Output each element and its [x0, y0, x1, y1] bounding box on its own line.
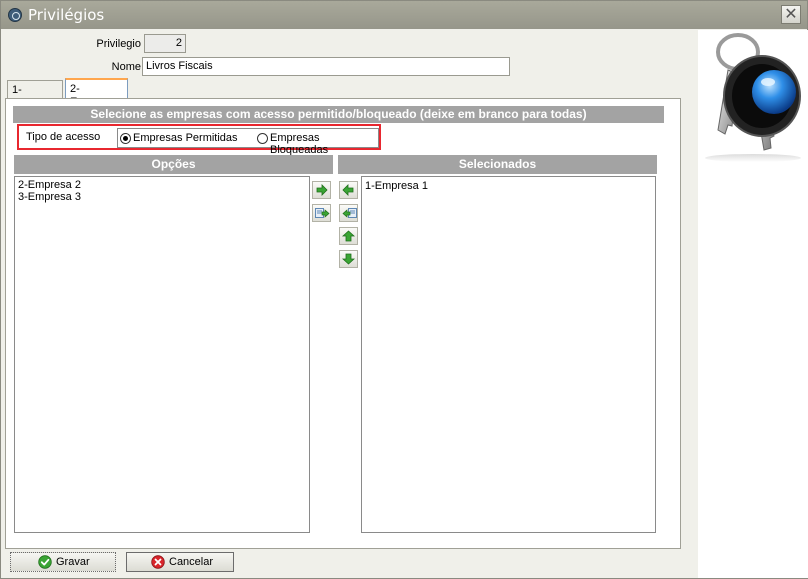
- tab-modulos[interactable]: 1-Módulos: [7, 80, 63, 109]
- arrow-left-icon: [342, 184, 354, 196]
- radio-empresas-bloqueadas-label[interactable]: Empresas Bloqueadas: [270, 132, 378, 156]
- nome-field[interactable]: Livros Fiscais: [142, 57, 510, 76]
- move-all-right-icon: [315, 208, 330, 218]
- selecionados-header: Selecionados: [338, 155, 657, 174]
- tipo-acesso-group: Tipo de acesso Empresas Permitidas Empre…: [17, 124, 381, 156]
- opcoes-list[interactable]: 2-Empresa 2 3-Empresa 3: [14, 176, 310, 533]
- close-icon: ✕: [784, 4, 798, 23]
- arrow-right-icon: [316, 184, 328, 196]
- list-item[interactable]: 2-Empresa 2: [18, 179, 306, 191]
- move-down-button[interactable]: [339, 250, 358, 268]
- radio-empresas-bloqueadas[interactable]: [257, 133, 268, 144]
- move-all-left-icon: [342, 208, 357, 218]
- close-button[interactable]: ✕: [781, 5, 801, 24]
- tipo-acesso-label: Tipo de acesso: [26, 131, 101, 143]
- gravar-button[interactable]: Gravar: [10, 552, 116, 572]
- list-item[interactable]: 3-Empresa 3: [18, 191, 306, 203]
- list-item[interactable]: 1-Empresa 1: [365, 180, 652, 192]
- check-icon: [38, 555, 52, 569]
- tab-empresas[interactable]: 2-Empresas: [65, 78, 128, 108]
- app-icon: [8, 8, 22, 22]
- gravar-button-label: Gravar: [56, 556, 90, 568]
- add-button[interactable]: [312, 181, 331, 199]
- privilegios-window: Privilégios ✕ Privilegio 2 Nome Livros F…: [0, 0, 808, 579]
- cancel-icon: [151, 555, 165, 569]
- side-image-panel: [698, 30, 808, 578]
- keys-icon: [705, 33, 801, 162]
- nome-label: Nome: [111, 61, 141, 73]
- privilegio-field: 2: [144, 34, 186, 53]
- privilegio-label: Privilegio: [96, 38, 141, 50]
- opcoes-header: Opções: [14, 155, 333, 174]
- cancelar-button[interactable]: Cancelar: [126, 552, 234, 572]
- remove-button[interactable]: [339, 181, 358, 199]
- selecionados-list[interactable]: 1-Empresa 1: [361, 176, 656, 533]
- tipo-acesso-radio-group: Empresas Permitidas Empresas Bloqueadas: [117, 128, 379, 156]
- section-header: Selecione as empresas com acesso permiti…: [13, 106, 664, 123]
- radio-empresas-permitidas[interactable]: [120, 133, 131, 144]
- add-all-button[interactable]: [312, 204, 331, 222]
- title-bar: Privilégios ✕: [1, 1, 807, 29]
- arrow-up-icon: [342, 230, 355, 242]
- cancelar-button-label: Cancelar: [169, 556, 214, 568]
- remove-all-button[interactable]: [339, 204, 358, 222]
- window-title: Privilégios: [28, 6, 105, 24]
- arrow-down-icon: [342, 253, 355, 265]
- radio-empresas-permitidas-label[interactable]: Empresas Permitidas: [133, 132, 238, 144]
- move-up-button[interactable]: [339, 227, 358, 245]
